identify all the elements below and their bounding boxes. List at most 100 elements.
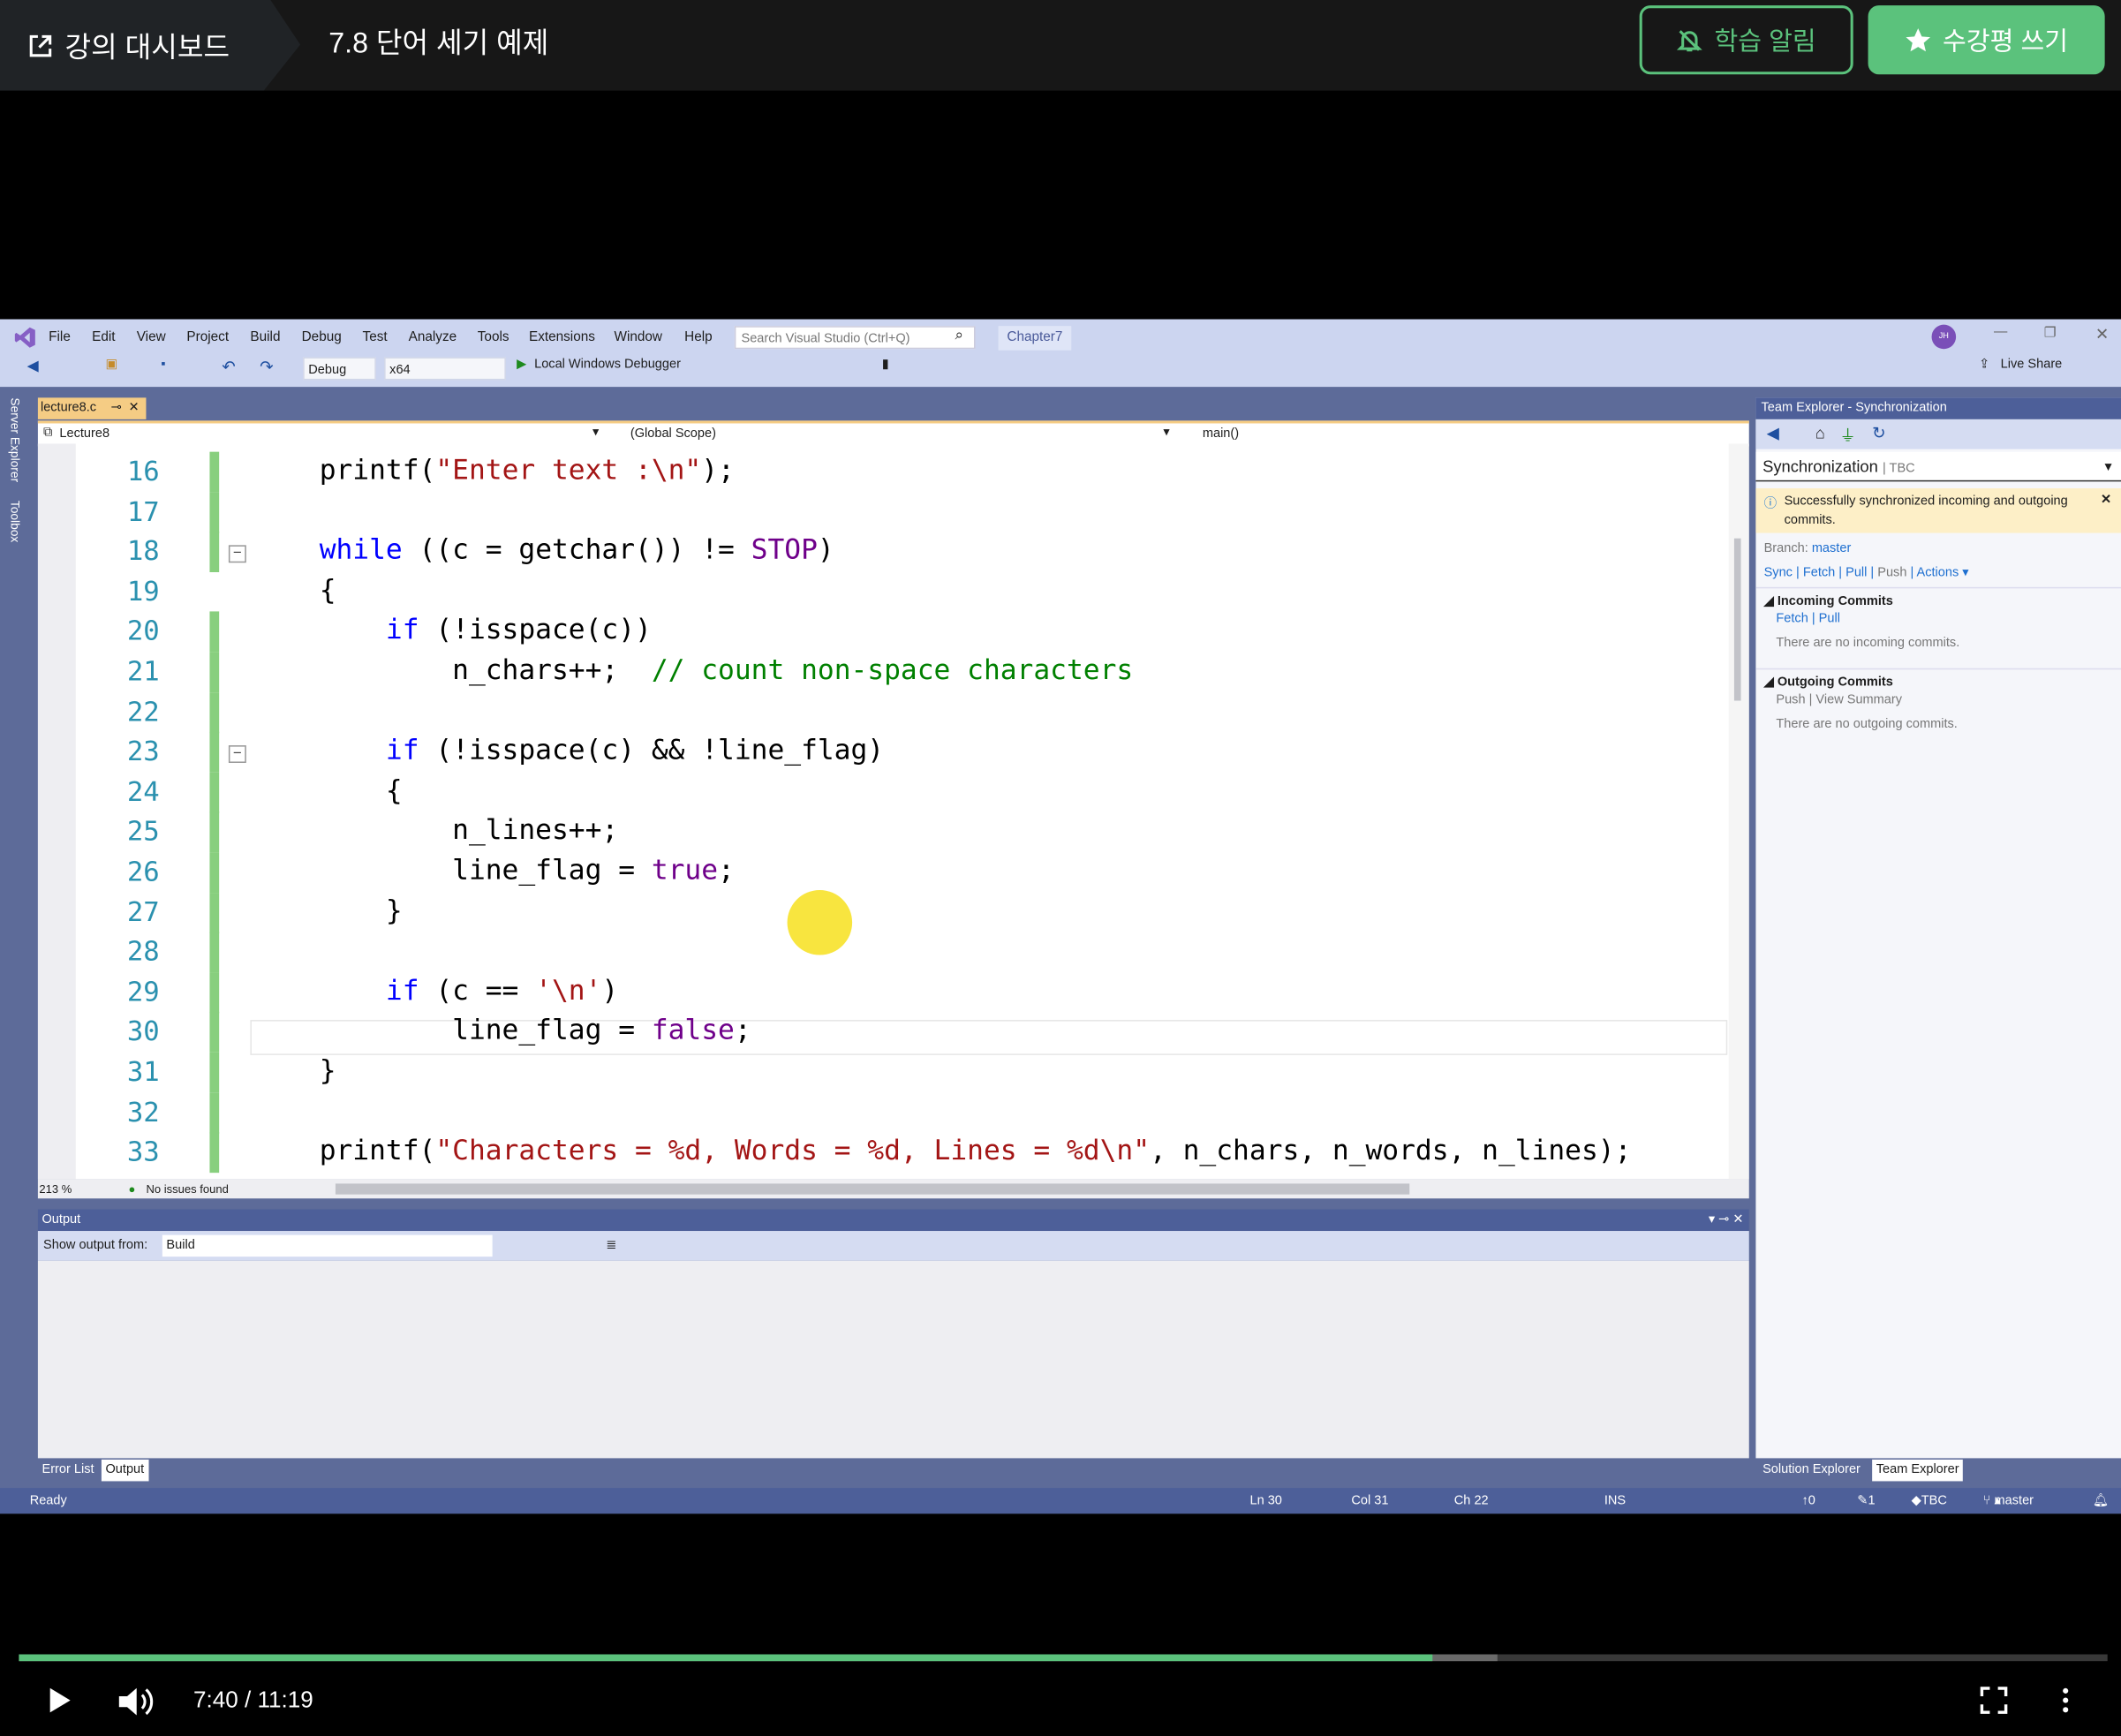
pencil-icon[interactable]: ✎ 1 bbox=[1857, 1488, 1875, 1513]
code-editor[interactable]: 16 printf("Enter text :\n"); 17 18− while … bbox=[37, 443, 1749, 1180]
configuration-select[interactable]: Debug bbox=[303, 357, 376, 381]
home-icon[interactable]: ⌂ bbox=[1815, 423, 1825, 442]
menu-tools[interactable]: Tools bbox=[478, 330, 509, 345]
push-link[interactable]: Push bbox=[1877, 565, 1906, 580]
close-tab-icon[interactable]: ✕ bbox=[129, 397, 140, 419]
more-options-icon[interactable] bbox=[2059, 1687, 2072, 1714]
status-insert-mode: INS bbox=[1604, 1493, 1627, 1509]
restore-button[interactable]: ❐ bbox=[2044, 326, 2057, 341]
menu-window[interactable]: Window bbox=[614, 330, 662, 345]
volume-icon[interactable] bbox=[117, 1684, 157, 1719]
fetch-link[interactable]: Fetch bbox=[1803, 565, 1835, 580]
server-explorer-tab[interactable]: Server Explorer bbox=[8, 397, 21, 482]
dashboard-link[interactable]: 강의 대시보드 bbox=[0, 0, 301, 91]
member-dropdown[interactable]: main() bbox=[1203, 426, 1239, 442]
menu-build[interactable]: Build bbox=[250, 330, 280, 345]
menu-extensions[interactable]: Extensions bbox=[529, 330, 595, 345]
view-summary-link[interactable]: View Summary bbox=[1815, 692, 1902, 707]
bell-off-icon bbox=[1677, 29, 1703, 51]
project-dropdown[interactable]: Lecture8 bbox=[59, 426, 109, 442]
minimize-button[interactable]: — bbox=[1994, 325, 2007, 340]
top-bar: 강의 대시보드 7.8 단어 세기 예제 학습 알림 수강평 쓰기 bbox=[0, 0, 2121, 91]
line-number: 21 bbox=[126, 654, 160, 688]
notification-bell-icon[interactable]: 🔔︎ bbox=[2093, 1488, 2109, 1513]
push-up-arrow-icon[interactable]: ↑ 0 bbox=[1801, 1488, 1815, 1513]
team-page-title[interactable]: Synchronization | TBC ▼ bbox=[1755, 451, 2121, 482]
fullscreen-icon[interactable] bbox=[1980, 1687, 2008, 1714]
scroll-thumb[interactable] bbox=[1733, 538, 1741, 701]
branch-link[interactable]: master bbox=[1812, 541, 1851, 556]
repo-icon[interactable]: ◆ TBC bbox=[1912, 1488, 1947, 1513]
output-title: Output bbox=[42, 1211, 81, 1227]
menu-file[interactable]: File bbox=[49, 330, 71, 345]
undo-icon[interactable]: ↶ bbox=[222, 357, 235, 375]
line-number: 25 bbox=[126, 814, 160, 848]
output-content[interactable] bbox=[37, 1260, 1749, 1459]
menu-analyze[interactable]: Analyze bbox=[409, 330, 457, 345]
menu-view[interactable]: View bbox=[137, 330, 166, 345]
outgoing-push-link[interactable]: Push bbox=[1776, 692, 1805, 707]
save-icon[interactable]: ▪ bbox=[161, 357, 165, 372]
pin-icon[interactable]: ⊸ bbox=[111, 397, 122, 419]
status-char: Ch 22 bbox=[1453, 1493, 1489, 1509]
close-button[interactable]: ✕ bbox=[2095, 325, 2109, 343]
issues-indicator[interactable]: No issues found bbox=[146, 1180, 228, 1198]
connect-icon[interactable]: ⏚ bbox=[1839, 423, 1855, 446]
word-wrap-icon[interactable]: ≣ bbox=[606, 1231, 616, 1261]
back-icon[interactable]: ◀ bbox=[1767, 423, 1779, 442]
chevron-down-icon[interactable]: ▼ bbox=[2102, 452, 2115, 482]
editor-vertical-scrollbar[interactable] bbox=[1728, 443, 1749, 1180]
close-icon[interactable]: ✕ bbox=[2101, 493, 2111, 508]
code-line: { bbox=[253, 774, 403, 806]
branch-icon[interactable]: ⑂ master ▴ bbox=[1983, 1488, 2034, 1513]
pull-link[interactable]: Pull bbox=[1845, 565, 1867, 580]
collapse-icon[interactable]: − bbox=[228, 745, 246, 764]
live-share-button[interactable]: Live Share bbox=[2001, 357, 2063, 372]
write-review-button[interactable]: 수강평 쓰기 bbox=[1868, 5, 2105, 75]
output-source-select[interactable]: Build bbox=[162, 1234, 493, 1257]
team-explorer-toolbar: ◀ ⌂ ⏚ ↻ bbox=[1755, 419, 2121, 449]
close-panel-icon[interactable]: ▾ ⊸ ✕ bbox=[1709, 1210, 1744, 1232]
search-visual-studio-input[interactable]: Search Visual Studio (Ctrl+Q) bbox=[734, 326, 976, 350]
play-debug-icon[interactable]: ▶ bbox=[517, 357, 526, 372]
actions-dropdown[interactable]: Actions bbox=[1917, 565, 1959, 580]
avatar[interactable]: JH bbox=[1931, 324, 1957, 350]
play-icon[interactable] bbox=[48, 1687, 72, 1714]
study-alarm-button[interactable]: 학습 알림 bbox=[1639, 5, 1853, 75]
menu-project[interactable]: Project bbox=[186, 330, 229, 345]
collapse-icon[interactable]: − bbox=[228, 545, 246, 563]
refresh-icon[interactable]: ↻ bbox=[1872, 423, 1885, 442]
incoming-commits-heading[interactable]: Incoming Commits bbox=[1778, 594, 1893, 609]
change-indicator bbox=[209, 612, 220, 653]
menu-edit[interactable]: Edit bbox=[92, 330, 115, 345]
incoming-pull-link[interactable]: Pull bbox=[1819, 611, 1840, 626]
incoming-fetch-link[interactable]: Fetch bbox=[1776, 611, 1808, 626]
platform-select[interactable]: x64 bbox=[384, 357, 506, 381]
team-explorer-tab[interactable]: Team Explorer bbox=[1872, 1459, 1964, 1482]
line-number: 31 bbox=[126, 1054, 160, 1088]
change-indicator bbox=[209, 732, 220, 774]
zoom-level-select[interactable]: 213 % bbox=[39, 1180, 72, 1198]
search-icon: ⌕ bbox=[955, 327, 963, 344]
new-project-icon[interactable]: ▣ bbox=[105, 357, 117, 372]
back-icon[interactable]: ◀ bbox=[27, 357, 39, 374]
code-line: { bbox=[253, 573, 336, 606]
solution-explorer-tab[interactable]: Solution Explorer bbox=[1758, 1460, 1864, 1482]
start-debugger-button[interactable]: Local Windows Debugger bbox=[534, 357, 681, 372]
error-list-tab[interactable]: Error List bbox=[38, 1460, 98, 1482]
video-progress-bar[interactable] bbox=[19, 1654, 2108, 1662]
menu-test[interactable]: Test bbox=[363, 330, 388, 345]
sync-link[interactable]: Sync bbox=[1764, 565, 1793, 580]
bookmark-icon[interactable]: ▮ bbox=[882, 357, 889, 372]
outgoing-commits-heading[interactable]: Outgoing Commits bbox=[1778, 675, 1893, 690]
redo-icon[interactable]: ↷ bbox=[260, 357, 273, 375]
code-token: ) bbox=[817, 532, 834, 566]
toolbox-tab[interactable]: Toolbox bbox=[8, 501, 21, 543]
line-number: 27 bbox=[126, 894, 160, 928]
menu-help[interactable]: Help bbox=[684, 330, 713, 345]
scope-dropdown[interactable]: (Global Scope) bbox=[630, 426, 716, 442]
document-tab-lecture8[interactable]: lecture8.c ⊸ ✕ bbox=[37, 397, 147, 419]
menu-debug[interactable]: Debug bbox=[302, 330, 342, 345]
output-tab[interactable]: Output bbox=[101, 1459, 148, 1482]
horizontal-scrollbar[interactable] bbox=[335, 1183, 1410, 1195]
